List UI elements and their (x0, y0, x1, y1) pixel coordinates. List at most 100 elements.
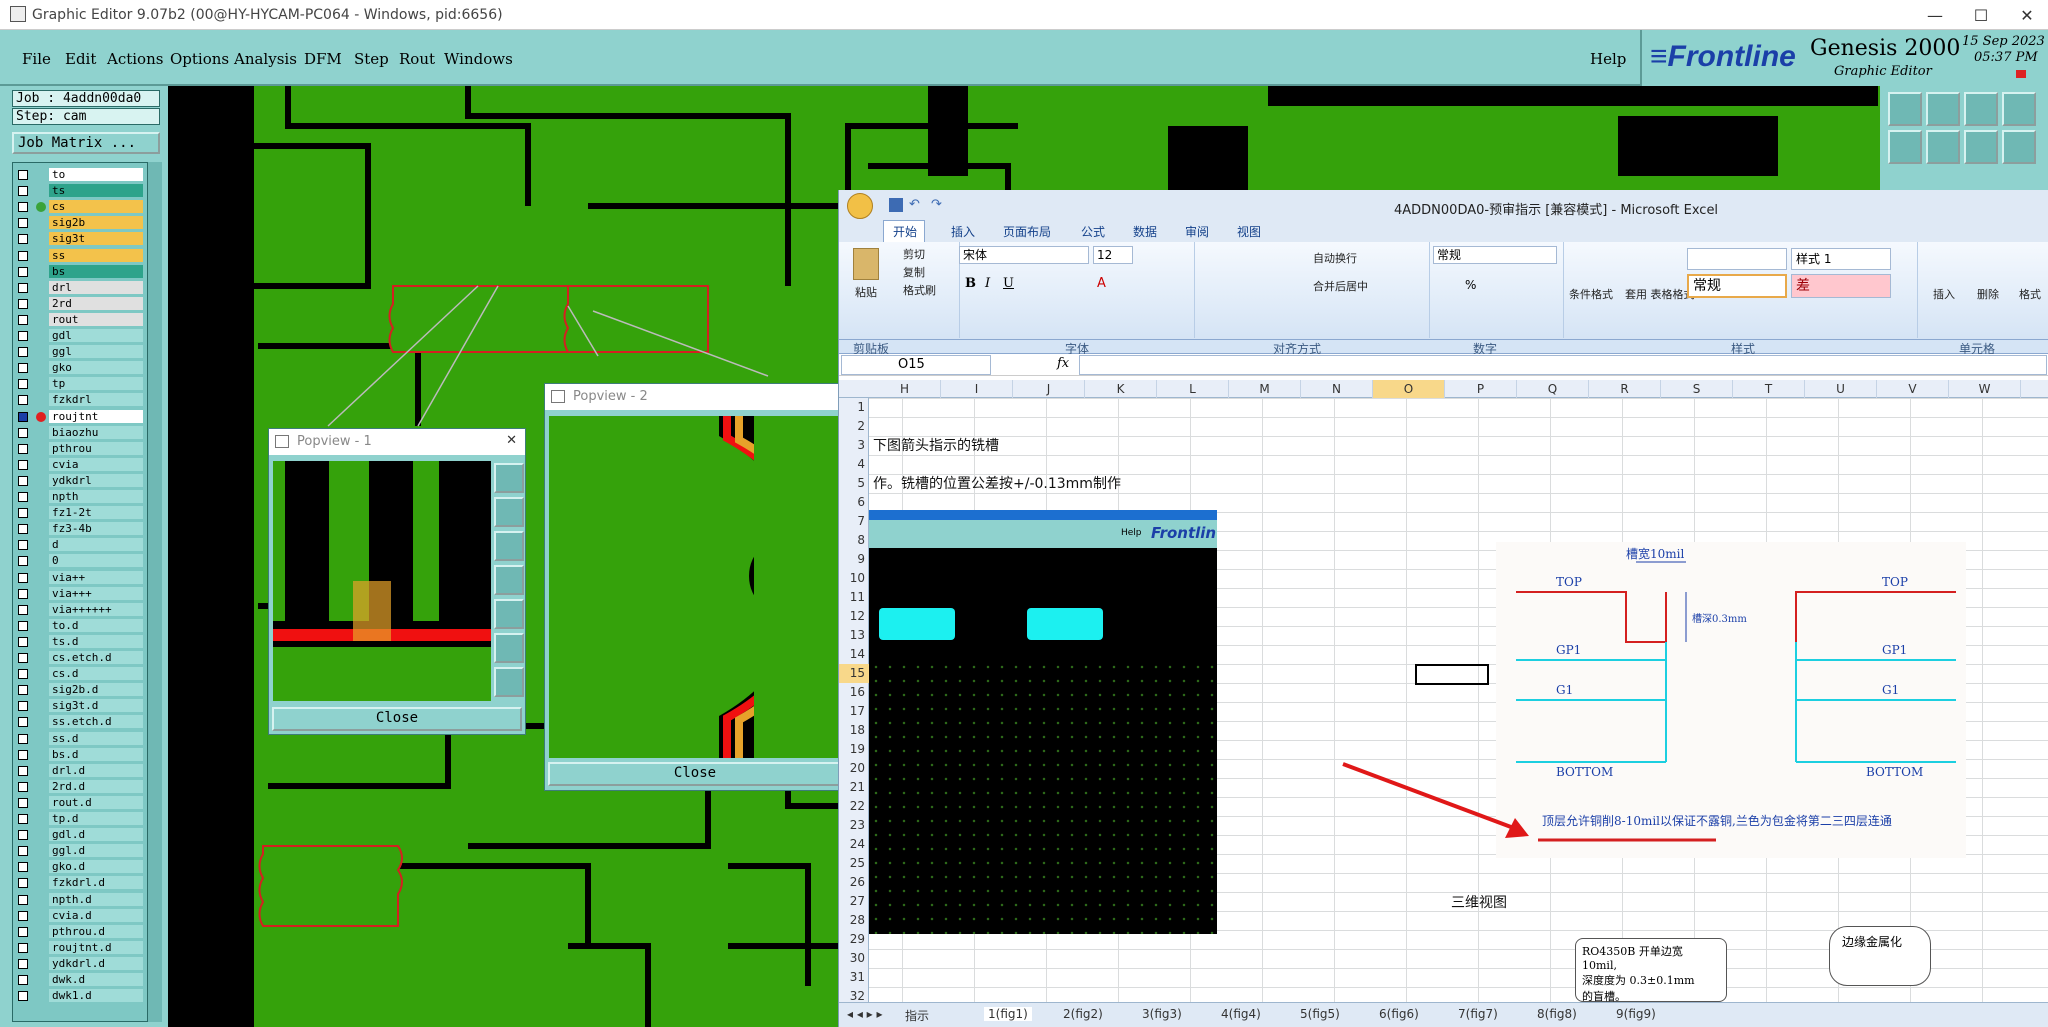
sheet-tab[interactable]: 8(fig8) (1537, 1007, 1577, 1021)
layer-checkbox[interactable] (18, 991, 28, 1002)
style-1-cell[interactable]: 样式 1 (1791, 248, 1891, 270)
tab-formulas[interactable]: 公式 (1081, 223, 1105, 240)
layer-row[interactable]: ydkdrl (13, 473, 145, 488)
layer-name[interactable]: dwk1.d (49, 989, 143, 1003)
layer-checkbox[interactable] (18, 250, 28, 261)
layer-row[interactable]: gdl.d (13, 827, 145, 842)
percent-button[interactable]: % (1465, 278, 1476, 292)
layer-row[interactable]: npth.d (13, 892, 145, 907)
layer-row[interactable]: via+++ (13, 586, 145, 601)
layer-name[interactable]: npth (49, 490, 143, 503)
layer-checkbox[interactable] (18, 604, 28, 615)
column-header[interactable]: K (1085, 380, 1157, 398)
layer-checkbox[interactable] (18, 443, 28, 454)
menu-windows[interactable]: Windows (444, 50, 513, 68)
layer-checkbox[interactable] (18, 878, 28, 889)
layer-row[interactable]: fzkdrl (13, 392, 145, 407)
layer-checkbox[interactable] (18, 540, 28, 551)
column-header[interactable]: Q (1517, 380, 1589, 398)
layer-row[interactable]: dwk1.d (13, 988, 145, 1003)
row-header[interactable]: 26 (839, 873, 869, 892)
layer-row[interactable]: npth (13, 489, 145, 504)
layer-name[interactable]: pthrou.d (49, 924, 143, 938)
popview-left-icon[interactable] (494, 565, 524, 595)
format-cells-button[interactable]: 格式 (2019, 286, 2041, 302)
menu-help[interactable]: Help (1590, 50, 1626, 68)
layer-checkbox[interactable] (18, 685, 28, 696)
layer-name[interactable]: gdl (49, 329, 143, 342)
column-header[interactable]: U (1805, 380, 1877, 398)
close-window-button[interactable]: ✕ (2004, 0, 2048, 30)
layer-name[interactable]: 0 (49, 554, 143, 568)
row-header[interactable]: 25 (839, 854, 869, 873)
layer-checkbox[interactable] (18, 975, 28, 985)
layer-name[interactable]: d (49, 538, 143, 552)
layer-checkbox[interactable] (18, 379, 28, 390)
layer-name[interactable]: 2rd.d (49, 779, 143, 793)
layer-name[interactable]: ss (49, 248, 143, 262)
insert-cells-button[interactable]: 插入 (1933, 286, 1955, 302)
column-header[interactable]: O (1373, 380, 1445, 398)
layer-name[interactable]: pthrou (49, 441, 143, 455)
sheet-tab[interactable]: 1(fig1) (984, 1007, 1032, 1021)
layer-name[interactable]: ss.d (49, 731, 143, 745)
undo-icon[interactable]: ↶ (909, 197, 920, 212)
column-header[interactable]: R (1589, 380, 1661, 398)
column-header[interactable]: S (1661, 380, 1733, 398)
row-header[interactable]: 29 (839, 930, 869, 949)
layer-name[interactable]: ts (49, 184, 143, 198)
layer-checkbox[interactable] (18, 186, 28, 197)
sheet-tab[interactable]: 9(fig9) (1616, 1007, 1656, 1021)
layer-name[interactable]: cvia (49, 457, 143, 471)
popview-2-close-button[interactable]: Close (548, 762, 842, 786)
row-header[interactable]: 9 (839, 550, 869, 569)
layer-row[interactable]: sig2b.d (13, 682, 145, 697)
layer-name[interactable]: cs (49, 200, 143, 214)
layer-name[interactable]: sig3t.d (49, 699, 143, 713)
insert-function-icon[interactable]: fx (1057, 356, 1069, 371)
layer-name[interactable]: drl.d (49, 763, 143, 777)
row-header[interactable]: 27 (839, 892, 869, 911)
sheet-tab[interactable]: 5(fig5) (1300, 1007, 1340, 1021)
format-painter-button[interactable]: 格式刷 (903, 282, 936, 298)
layer-name[interactable]: rout (49, 312, 143, 326)
style-blank-cell[interactable] (1687, 248, 1787, 270)
layer-row[interactable]: gko.d (13, 859, 145, 874)
italic-button[interactable]: I (985, 276, 990, 291)
layer-row[interactable]: tp.d (13, 811, 145, 826)
name-box[interactable]: O15 (841, 355, 991, 375)
row-header[interactable]: 3 (839, 436, 869, 455)
row-header[interactable]: 28 (839, 911, 869, 930)
minimize-button[interactable]: — (1912, 0, 1958, 30)
layer-row[interactable]: pthrou.d (13, 924, 145, 939)
layer-row[interactable]: drl (13, 280, 145, 295)
layer-checkbox[interactable] (18, 942, 28, 953)
menu-rout[interactable]: Rout (399, 50, 435, 68)
layer-checkbox[interactable] (18, 894, 28, 905)
layer-checkbox[interactable] (18, 475, 28, 486)
column-header[interactable]: V (1877, 380, 1949, 398)
column-header[interactable]: N (1301, 380, 1373, 398)
delete-cells-button[interactable]: 删除 (1977, 286, 1999, 302)
style-normal-cell[interactable]: 常规 (1687, 274, 1787, 298)
sheet-tab[interactable]: 2(fig2) (1063, 1007, 1103, 1021)
column-header[interactable]: W (1949, 380, 2021, 398)
row-header[interactable]: 22 (839, 797, 869, 816)
layer-name[interactable]: sig3t (49, 232, 143, 246)
layer-row[interactable]: sig2b (13, 215, 145, 230)
conditional-format-button[interactable]: 条件格式 (1569, 286, 1613, 302)
layer-name[interactable]: bs (49, 264, 143, 278)
layer-row[interactable]: tp (13, 376, 145, 391)
row-header[interactable]: 13 (839, 626, 869, 645)
row-header[interactable]: 16 (839, 683, 869, 702)
row-header[interactable]: 2 (839, 417, 869, 436)
layer-checkbox[interactable] (18, 314, 28, 325)
layer-checkbox[interactable] (18, 717, 28, 728)
popview-down-icon[interactable] (494, 531, 524, 561)
row-header[interactable]: 15 (839, 664, 869, 683)
layer-checkbox[interactable] (18, 830, 28, 841)
maximize-button[interactable]: ☐ (1958, 0, 2004, 30)
number-format-select[interactable]: 常规 (1433, 246, 1557, 264)
layer-row[interactable]: cs.d (13, 666, 145, 681)
layer-checkbox[interactable] (18, 653, 28, 663)
